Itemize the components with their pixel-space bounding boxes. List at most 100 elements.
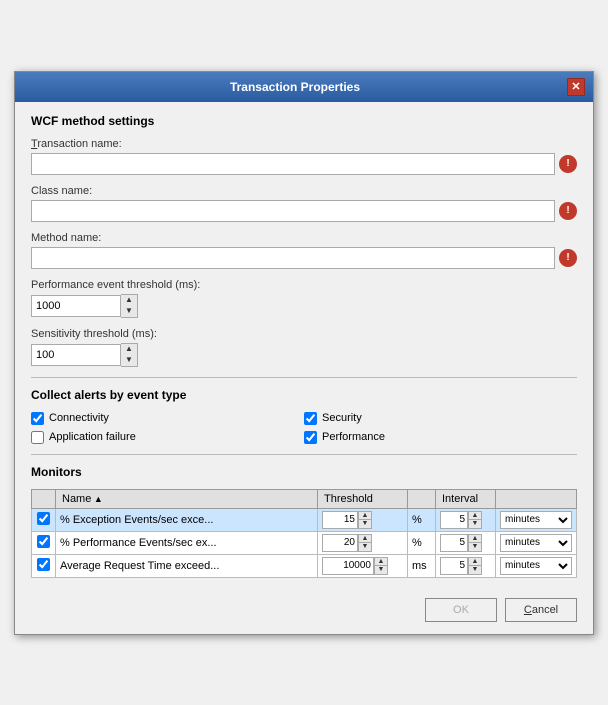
- interval-up-2[interactable]: ▲: [468, 557, 482, 566]
- security-label: Security: [322, 412, 362, 424]
- transaction-properties-dialog: Transaction Properties ✕ WCF method sett…: [14, 71, 594, 635]
- sensitivity-row: ▲ ▼: [31, 343, 577, 367]
- method-name-label: Method name:: [31, 232, 577, 244]
- row-interval-unit-0: minutes hours seconds: [496, 508, 577, 531]
- table-row: % Performance Events/sec ex... ▲ ▼ % ▲ ▼: [32, 531, 577, 554]
- sensitivity-spinner: ▲ ▼: [121, 343, 138, 367]
- perf-threshold-input[interactable]: [31, 295, 121, 317]
- interval-input-1[interactable]: [440, 534, 468, 552]
- monitors-table: Name Threshold Interval % Exception Even…: [31, 489, 577, 578]
- threshold-down-2[interactable]: ▼: [374, 566, 388, 575]
- interval-down-2[interactable]: ▼: [468, 566, 482, 575]
- title-bar: Transaction Properties ✕: [15, 72, 593, 102]
- connectivity-label: Connectivity: [49, 412, 109, 424]
- row-unit-0: %: [408, 508, 436, 531]
- threshold-down-0[interactable]: ▼: [358, 520, 372, 529]
- transaction-name-row: !: [31, 153, 577, 175]
- interval-select-0[interactable]: minutes hours seconds: [500, 511, 572, 529]
- col-name[interactable]: Name: [56, 489, 318, 508]
- method-name-error-icon: !: [559, 249, 577, 267]
- cancel-button[interactable]: Cancel: [505, 598, 577, 622]
- divider-2: [31, 454, 577, 455]
- divider-1: [31, 377, 577, 378]
- row-check: [32, 554, 56, 577]
- threshold-up-1[interactable]: ▲: [358, 534, 372, 543]
- interval-up-0[interactable]: ▲: [468, 511, 482, 520]
- checkboxes-grid: Connectivity Security Application failur…: [31, 412, 577, 444]
- interval-down-0[interactable]: ▼: [468, 520, 482, 529]
- sensitivity-input[interactable]: [31, 344, 121, 366]
- row-name-2: Average Request Time exceed...: [56, 554, 318, 577]
- interval-input-2[interactable]: [440, 557, 468, 575]
- sensitivity-label: Sensitivity threshold (ms):: [31, 328, 577, 340]
- class-name-row: !: [31, 200, 577, 222]
- performance-row: Performance: [304, 431, 577, 444]
- threshold-up-2[interactable]: ▲: [374, 557, 388, 566]
- ok-button[interactable]: OK: [425, 598, 497, 622]
- perf-threshold-up[interactable]: ▲: [121, 295, 137, 306]
- threshold-up-0[interactable]: ▲: [358, 511, 372, 520]
- row-check: [32, 531, 56, 554]
- row-interval-unit-2: minutes hours seconds: [496, 554, 577, 577]
- col-interval[interactable]: Interval: [436, 489, 496, 508]
- class-name-input[interactable]: [31, 200, 555, 222]
- interval-down-1[interactable]: ▼: [468, 543, 482, 552]
- monitors-title: Monitors: [31, 465, 577, 479]
- perf-threshold-label: Performance event threshold (ms):: [31, 279, 577, 291]
- row-unit-2: ms: [408, 554, 436, 577]
- row-threshold-0: ▲ ▼: [318, 508, 408, 531]
- collect-alerts-title: Collect alerts by event type: [31, 388, 577, 402]
- method-name-input[interactable]: [31, 247, 555, 269]
- row-interval-unit-1: minutes hours seconds: [496, 531, 577, 554]
- threshold-input-1[interactable]: [322, 534, 358, 552]
- interval-select-2[interactable]: minutes hours seconds: [500, 557, 572, 575]
- performance-label: Performance: [322, 431, 385, 443]
- connectivity-row: Connectivity: [31, 412, 304, 425]
- method-name-row: !: [31, 247, 577, 269]
- transaction-name-label: Transaction name:: [31, 138, 577, 150]
- row-checkbox-2[interactable]: [37, 558, 50, 571]
- monitors-section: Monitors Name Threshold Interval: [31, 465, 577, 578]
- row-name-0: % Exception Events/sec exce...: [56, 508, 318, 531]
- transaction-name-error-icon: !: [559, 155, 577, 173]
- security-row: Security: [304, 412, 577, 425]
- row-unit-1: %: [408, 531, 436, 554]
- row-checkbox-1[interactable]: [37, 535, 50, 548]
- dialog-body: WCF method settings Transaction name: ! …: [15, 102, 593, 590]
- sensitivity-up[interactable]: ▲: [121, 344, 137, 355]
- threshold-input-0[interactable]: [322, 511, 358, 529]
- interval-input-0[interactable]: [440, 511, 468, 529]
- sensitivity-down[interactable]: ▼: [121, 355, 137, 366]
- threshold-down-1[interactable]: ▼: [358, 543, 372, 552]
- perf-threshold-spinner: ▲ ▼: [121, 294, 138, 318]
- threshold-input-2[interactable]: [322, 557, 374, 575]
- class-name-error-icon: !: [559, 202, 577, 220]
- class-name-label: Class name:: [31, 185, 577, 197]
- row-checkbox-0[interactable]: [37, 512, 50, 525]
- row-interval-1: ▲ ▼: [436, 531, 496, 554]
- row-threshold-2: ▲ ▼: [318, 554, 408, 577]
- col-threshold[interactable]: Threshold: [318, 489, 408, 508]
- row-check: [32, 508, 56, 531]
- transaction-name-input[interactable]: [31, 153, 555, 175]
- table-row: % Exception Events/sec exce... ▲ ▼ % ▲ ▼: [32, 508, 577, 531]
- col-interval-unit: [496, 489, 577, 508]
- app-failure-label: Application failure: [49, 431, 136, 443]
- row-interval-0: ▲ ▼: [436, 508, 496, 531]
- interval-up-1[interactable]: ▲: [468, 534, 482, 543]
- perf-threshold-down[interactable]: ▼: [121, 306, 137, 317]
- dialog-footer: OK Cancel: [15, 590, 593, 634]
- close-button[interactable]: ✕: [567, 78, 585, 96]
- app-failure-checkbox[interactable]: [31, 431, 44, 444]
- interval-select-1[interactable]: minutes hours seconds: [500, 534, 572, 552]
- row-name-1: % Performance Events/sec ex...: [56, 531, 318, 554]
- security-checkbox[interactable]: [304, 412, 317, 425]
- col-check: [32, 489, 56, 508]
- performance-checkbox[interactable]: [304, 431, 317, 444]
- wcf-section-title: WCF method settings: [31, 114, 577, 128]
- connectivity-checkbox[interactable]: [31, 412, 44, 425]
- app-failure-row: Application failure: [31, 431, 304, 444]
- col-unit: [408, 489, 436, 508]
- dialog-title: Transaction Properties: [23, 80, 567, 94]
- row-interval-2: ▲ ▼: [436, 554, 496, 577]
